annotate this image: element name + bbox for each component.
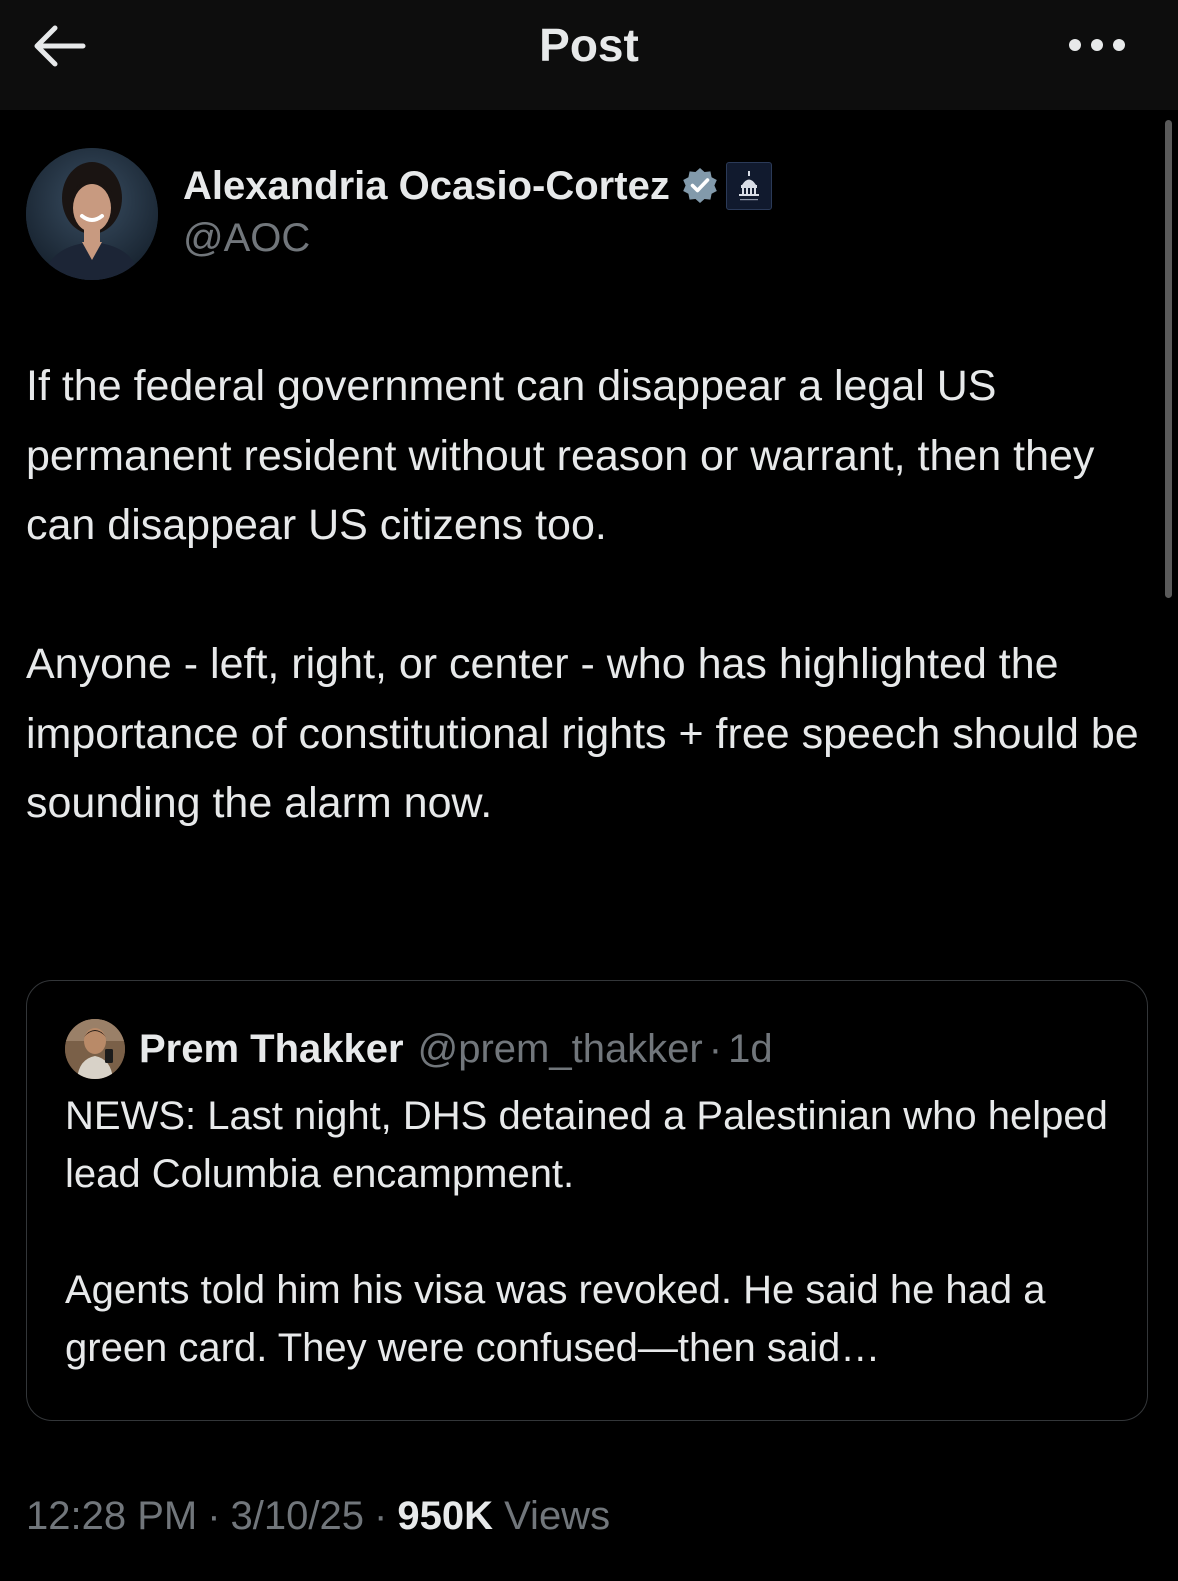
avatar-image [26,148,158,280]
post-paragraph: If the federal government can disappear … [26,362,1095,549]
author-handle[interactable]: @AOC [183,216,310,261]
post-text: If the federal government can disappear … [26,352,1146,839]
post-author: Alexandria Ocasio-Cortez @AOC [26,148,772,283]
views-count[interactable]: 950K [397,1494,493,1538]
quoted-text: NEWS: Last night, DHS detained a Palesti… [65,1087,1115,1377]
quoted-separator: · [708,1026,723,1071]
quoted-paragraph: NEWS: Last night, DHS detained a Palesti… [65,1094,1108,1196]
scrollbar[interactable] [1165,120,1172,598]
quoted-timestamp: 1d [728,1026,773,1071]
post-time: 12:28 PM [26,1494,198,1538]
quoted-display-name: Prem Thakker [139,1026,404,1071]
top-bar: Post [0,0,1178,110]
quoted-paragraph: Agents told him his visa was revoked. He… [65,1268,1046,1370]
capitol-building-icon [738,171,759,201]
quoted-post[interactable]: Prem Thakker @prem_thakker · 1d NEWS: La… [26,980,1148,1421]
author-display-name[interactable]: Alexandria Ocasio-Cortez [183,164,670,209]
quoted-avatar[interactable] [65,1019,125,1079]
quoted-handle: @prem_thakker [417,1026,703,1071]
more-options-button[interactable] [1058,20,1136,70]
affiliation-badge[interactable] [725,162,772,210]
verified-badge-icon [683,168,717,203]
more-horizontal-icon [1069,39,1125,51]
post-date: 3/10/25 [230,1494,365,1538]
meta-separator: · [207,1494,221,1538]
avatar[interactable] [26,148,158,280]
meta-separator: · [374,1494,388,1538]
post-meta: 12:28 PM · 3/10/25 · 950K Views [26,1488,610,1544]
views-label[interactable]: Views [504,1494,610,1538]
page-title: Post [539,19,639,71]
post-paragraph: Anyone - left, right, or center - who ha… [26,640,1139,827]
quoted-avatar-image [65,1019,125,1079]
